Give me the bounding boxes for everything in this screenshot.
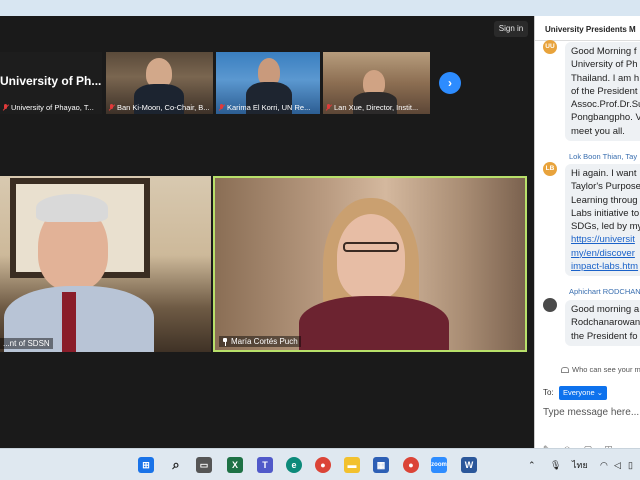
folder-icon[interactable]: ▬ <box>344 457 360 473</box>
thumbnail-lan-xue[interactable]: Lan Xue, Director, Instit... <box>323 52 430 114</box>
chevron-down-icon: ⌄ <box>596 388 604 397</box>
chat-sender-name: Aphichart RODCHAN <box>569 287 640 296</box>
video-tile-maria-cortes-puch[interactable]: María Cortés Puch <box>213 176 527 352</box>
chat-link[interactable]: https://universit <box>571 233 640 246</box>
avatar <box>543 298 557 312</box>
video-tile-sdsn[interactable]: ...nt of SDSN <box>0 176 211 352</box>
chat-message: Hi again. I want Taylor's Purpose Learni… <box>565 164 640 277</box>
to-label: To: <box>543 388 554 397</box>
video-name-label: María Cortés Puch <box>219 336 301 347</box>
video-name-label: ...nt of SDSN <box>0 338 53 349</box>
participant-hair <box>36 194 108 222</box>
chat-link[interactable]: my/en/discover <box>571 247 640 260</box>
thumbnail-university-of-phayao[interactable]: University of Ph... University of Phayao… <box>0 52 102 114</box>
teams-icon[interactable]: T <box>257 457 273 473</box>
battery-icon[interactable]: ▯ <box>628 457 633 473</box>
chat-message: Good Morning f University of Ph Thailand… <box>565 42 640 142</box>
avatar: LB <box>543 162 557 176</box>
message-input[interactable] <box>543 404 640 420</box>
sign-in-button[interactable]: Sign in <box>494 21 528 37</box>
chat-sender-name: Lok Boon Thian, Tay <box>569 152 638 161</box>
language-indicator[interactable]: ไทย <box>572 457 588 473</box>
search-icon[interactable]: ⌕ <box>168 457 184 473</box>
mic-muted-icon <box>2 103 9 112</box>
thumbnail-karima-el-korri[interactable]: Karima El Korri, UN Re... <box>216 52 320 114</box>
taskbar: ⊞ ⌕ ▭ X T e ● ▬ ▦ ● zoom W ⌃ 🎙 ไทย ◠ ◁ ▯ <box>0 448 640 480</box>
windows-start-icon[interactable]: ⊞ <box>138 457 154 473</box>
people-icon <box>561 366 569 373</box>
chat-panel: University Presidents M UU Good Morning … <box>534 16 640 448</box>
thumbnail-label: Lan Xue, Director, Instit... <box>325 103 418 112</box>
store-icon[interactable]: ▦ <box>373 457 389 473</box>
participant-tie <box>62 292 76 352</box>
volume-icon[interactable]: ◁ <box>614 457 621 473</box>
participant-face <box>337 214 405 300</box>
avatar: UU <box>543 40 557 54</box>
chrome-icon[interactable]: ● <box>315 457 331 473</box>
mic-muted-icon <box>218 103 225 112</box>
microphone-icon[interactable]: 🎙 <box>550 457 561 473</box>
thumbnail-label: Karima El Korri, UN Re... <box>218 103 310 112</box>
zoom-icon[interactable]: zoom <box>431 457 447 473</box>
chevron-up-icon[interactable]: ⌃ <box>528 457 536 473</box>
chat-message: Good morning a Rodchanarowan the Preside… <box>565 300 640 346</box>
thumbnail-ban-ki-moon[interactable]: Ban Ki-Moon, Co-Chair, B... <box>106 52 213 114</box>
chat-link[interactable]: impact-labs.htm <box>571 260 640 273</box>
thumbnail-label: Ban Ki-Moon, Co-Chair, B... <box>108 103 210 112</box>
pin-icon <box>222 337 228 346</box>
word-icon[interactable]: W <box>461 457 477 473</box>
mic-muted-icon <box>108 103 115 112</box>
chat-title: University Presidents M <box>545 25 636 34</box>
wifi-icon[interactable]: ◠ <box>600 457 608 473</box>
who-can-see-notice[interactable]: Who can see your m <box>561 365 640 374</box>
thumbnail-display-name: University of Ph... <box>0 74 102 88</box>
chrome-profile-icon[interactable]: ● <box>403 457 419 473</box>
chevron-right-icon[interactable]: › <box>439 72 461 94</box>
task-view-icon[interactable]: ▭ <box>196 457 212 473</box>
edge-icon[interactable]: e <box>286 457 302 473</box>
excel-icon[interactable]: X <box>227 457 243 473</box>
participant-body <box>299 296 449 350</box>
mic-muted-icon <box>325 103 332 112</box>
recipient-select[interactable]: Everyone ⌄ <box>559 386 608 400</box>
thumbnail-label: University of Phayao, T... <box>2 103 94 112</box>
title-bar <box>0 0 640 16</box>
glasses-icon <box>343 242 399 252</box>
